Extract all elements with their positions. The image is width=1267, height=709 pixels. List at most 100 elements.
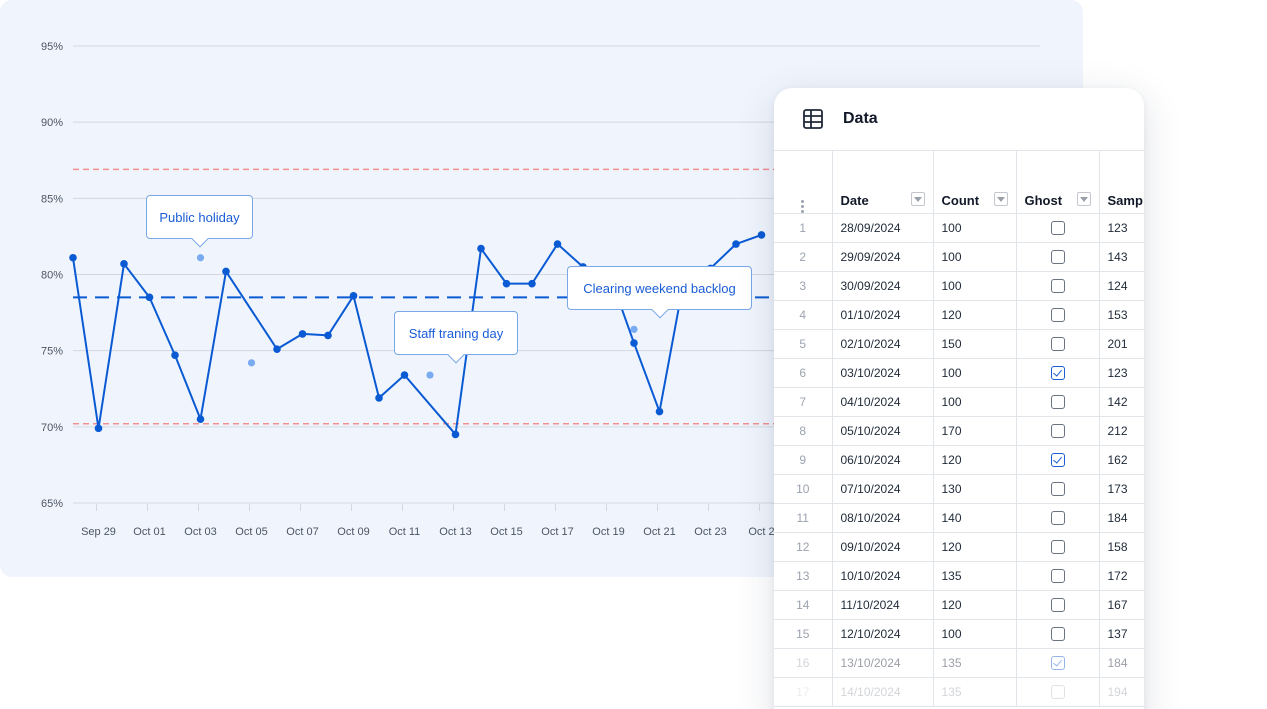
cell-date[interactable]: 02/10/2024 bbox=[831, 329, 934, 359]
cell-sample[interactable]: 142 bbox=[1098, 387, 1144, 417]
cell-sample[interactable]: 167 bbox=[1098, 590, 1144, 620]
filter-dropdown-icon[interactable] bbox=[993, 192, 1008, 206]
cell-date[interactable]: 29/09/2024 bbox=[831, 242, 934, 272]
cell-date[interactable]: 30/09/2024 bbox=[831, 271, 934, 301]
ghost-checkbox[interactable] bbox=[1050, 482, 1065, 497]
ghost-checkbox[interactable] bbox=[1050, 540, 1065, 555]
ghost-checkbox[interactable] bbox=[1050, 279, 1065, 294]
cell-sample[interactable]: 184 bbox=[1098, 648, 1144, 678]
cell-ghost[interactable] bbox=[1015, 242, 1100, 272]
table-row[interactable]: 6 03/10/2024 100 123 bbox=[774, 358, 1144, 388]
cell-date[interactable]: 03/10/2024 bbox=[831, 358, 934, 388]
cell-count[interactable]: 130 bbox=[932, 474, 1017, 504]
cell-ghost[interactable] bbox=[1015, 532, 1100, 562]
cell-sample[interactable]: 137 bbox=[1098, 619, 1144, 649]
cell-count[interactable]: 120 bbox=[932, 445, 1017, 475]
kebab-menu-icon[interactable] bbox=[801, 200, 805, 213]
table-row[interactable]: 9 06/10/2024 120 162 bbox=[774, 445, 1144, 475]
table-row[interactable]: 5 02/10/2024 150 201 bbox=[774, 329, 1144, 359]
table-row[interactable]: 4 01/10/2024 120 153 bbox=[774, 300, 1144, 330]
table-row[interactable]: 10 07/10/2024 130 173 bbox=[774, 474, 1144, 504]
cell-count[interactable]: 140 bbox=[932, 503, 1017, 533]
cell-date[interactable]: 12/10/2024 bbox=[831, 619, 934, 649]
cell-count[interactable]: 120 bbox=[932, 532, 1017, 562]
ghost-checkbox[interactable] bbox=[1050, 250, 1065, 265]
cell-ghost[interactable] bbox=[1015, 445, 1100, 475]
cell-sample[interactable]: 123 bbox=[1098, 213, 1144, 243]
cell-date[interactable]: 11/10/2024 bbox=[831, 590, 934, 620]
column-header-ghost[interactable]: Ghost bbox=[1015, 150, 1100, 214]
cell-date[interactable]: 06/10/2024 bbox=[831, 445, 934, 475]
cell-sample[interactable]: 123 bbox=[1098, 358, 1144, 388]
cell-date[interactable]: 07/10/2024 bbox=[831, 474, 934, 504]
row-menu-handle[interactable] bbox=[774, 150, 833, 214]
ghost-checkbox[interactable] bbox=[1050, 424, 1065, 439]
column-header-date[interactable]: Date bbox=[831, 150, 934, 214]
cell-date[interactable]: 14/10/2024 bbox=[831, 677, 934, 707]
cell-date[interactable]: 04/10/2024 bbox=[831, 387, 934, 417]
cell-sample[interactable]: 158 bbox=[1098, 532, 1144, 562]
cell-ghost[interactable] bbox=[1015, 503, 1100, 533]
table-row[interactable]: 7 04/10/2024 100 142 bbox=[774, 387, 1144, 417]
ghost-checkbox[interactable] bbox=[1050, 221, 1065, 236]
cell-sample[interactable]: 143 bbox=[1098, 242, 1144, 272]
cell-date[interactable]: 28/09/2024 bbox=[831, 213, 934, 243]
ghost-checkbox[interactable] bbox=[1050, 656, 1065, 671]
cell-date[interactable]: 13/10/2024 bbox=[831, 648, 934, 678]
cell-date[interactable]: 05/10/2024 bbox=[831, 416, 934, 446]
ghost-checkbox[interactable] bbox=[1050, 453, 1065, 468]
table-row[interactable]: 12 09/10/2024 120 158 bbox=[774, 532, 1144, 562]
column-header-count[interactable]: Count bbox=[932, 150, 1017, 214]
cell-ghost[interactable] bbox=[1015, 387, 1100, 417]
cell-count[interactable]: 100 bbox=[932, 213, 1017, 243]
cell-ghost[interactable] bbox=[1015, 416, 1100, 446]
cell-ghost[interactable] bbox=[1015, 300, 1100, 330]
table-row[interactable]: 16 13/10/2024 135 184 bbox=[774, 648, 1144, 678]
cell-sample[interactable]: 124 bbox=[1098, 271, 1144, 301]
cell-sample[interactable]: 212 bbox=[1098, 416, 1144, 446]
cell-date[interactable]: 08/10/2024 bbox=[831, 503, 934, 533]
column-header-sample[interactable]: Samp bbox=[1098, 150, 1144, 214]
ghost-checkbox[interactable] bbox=[1050, 308, 1065, 323]
annotation-staff-training-day[interactable]: Staff traning day bbox=[394, 311, 518, 355]
ghost-checkbox[interactable] bbox=[1050, 685, 1065, 700]
cell-sample[interactable]: 194 bbox=[1098, 677, 1144, 707]
ghost-checkbox[interactable] bbox=[1050, 366, 1065, 381]
cell-ghost[interactable] bbox=[1015, 474, 1100, 504]
cell-count[interactable]: 135 bbox=[932, 677, 1017, 707]
cell-date[interactable]: 09/10/2024 bbox=[831, 532, 934, 562]
cell-ghost[interactable] bbox=[1015, 619, 1100, 649]
cell-sample[interactable]: 153 bbox=[1098, 300, 1144, 330]
cell-ghost[interactable] bbox=[1015, 329, 1100, 359]
cell-count[interactable]: 100 bbox=[932, 271, 1017, 301]
cell-ghost[interactable] bbox=[1015, 358, 1100, 388]
cell-ghost[interactable] bbox=[1015, 677, 1100, 707]
table-row[interactable]: 13 10/10/2024 135 172 bbox=[774, 561, 1144, 591]
table-row[interactable]: 1 28/09/2024 100 123 bbox=[774, 213, 1144, 243]
cell-sample[interactable]: 184 bbox=[1098, 503, 1144, 533]
table-row[interactable]: 11 08/10/2024 140 184 bbox=[774, 503, 1144, 533]
cell-sample[interactable]: 201 bbox=[1098, 329, 1144, 359]
table-row[interactable]: 17 14/10/2024 135 194 bbox=[774, 677, 1144, 707]
cell-count[interactable]: 120 bbox=[932, 590, 1017, 620]
table-row[interactable]: 15 12/10/2024 100 137 bbox=[774, 619, 1144, 649]
cell-ghost[interactable] bbox=[1015, 561, 1100, 591]
cell-sample[interactable]: 173 bbox=[1098, 474, 1144, 504]
ghost-checkbox[interactable] bbox=[1050, 569, 1065, 584]
cell-date[interactable]: 01/10/2024 bbox=[831, 300, 934, 330]
ghost-checkbox[interactable] bbox=[1050, 511, 1065, 526]
table-row[interactable]: 14 11/10/2024 120 167 bbox=[774, 590, 1144, 620]
cell-count[interactable]: 100 bbox=[932, 387, 1017, 417]
ghost-checkbox[interactable] bbox=[1050, 598, 1065, 613]
cell-ghost[interactable] bbox=[1015, 271, 1100, 301]
cell-sample[interactable]: 162 bbox=[1098, 445, 1144, 475]
cell-count[interactable]: 135 bbox=[932, 561, 1017, 591]
cell-ghost[interactable] bbox=[1015, 590, 1100, 620]
cell-count[interactable]: 150 bbox=[932, 329, 1017, 359]
table-row[interactable]: 2 29/09/2024 100 143 bbox=[774, 242, 1144, 272]
cell-count[interactable]: 120 bbox=[932, 300, 1017, 330]
cell-count[interactable]: 100 bbox=[932, 358, 1017, 388]
annotation-public-holiday[interactable]: Public holiday bbox=[146, 195, 253, 239]
ghost-checkbox[interactable] bbox=[1050, 337, 1065, 352]
cell-count[interactable]: 100 bbox=[932, 242, 1017, 272]
